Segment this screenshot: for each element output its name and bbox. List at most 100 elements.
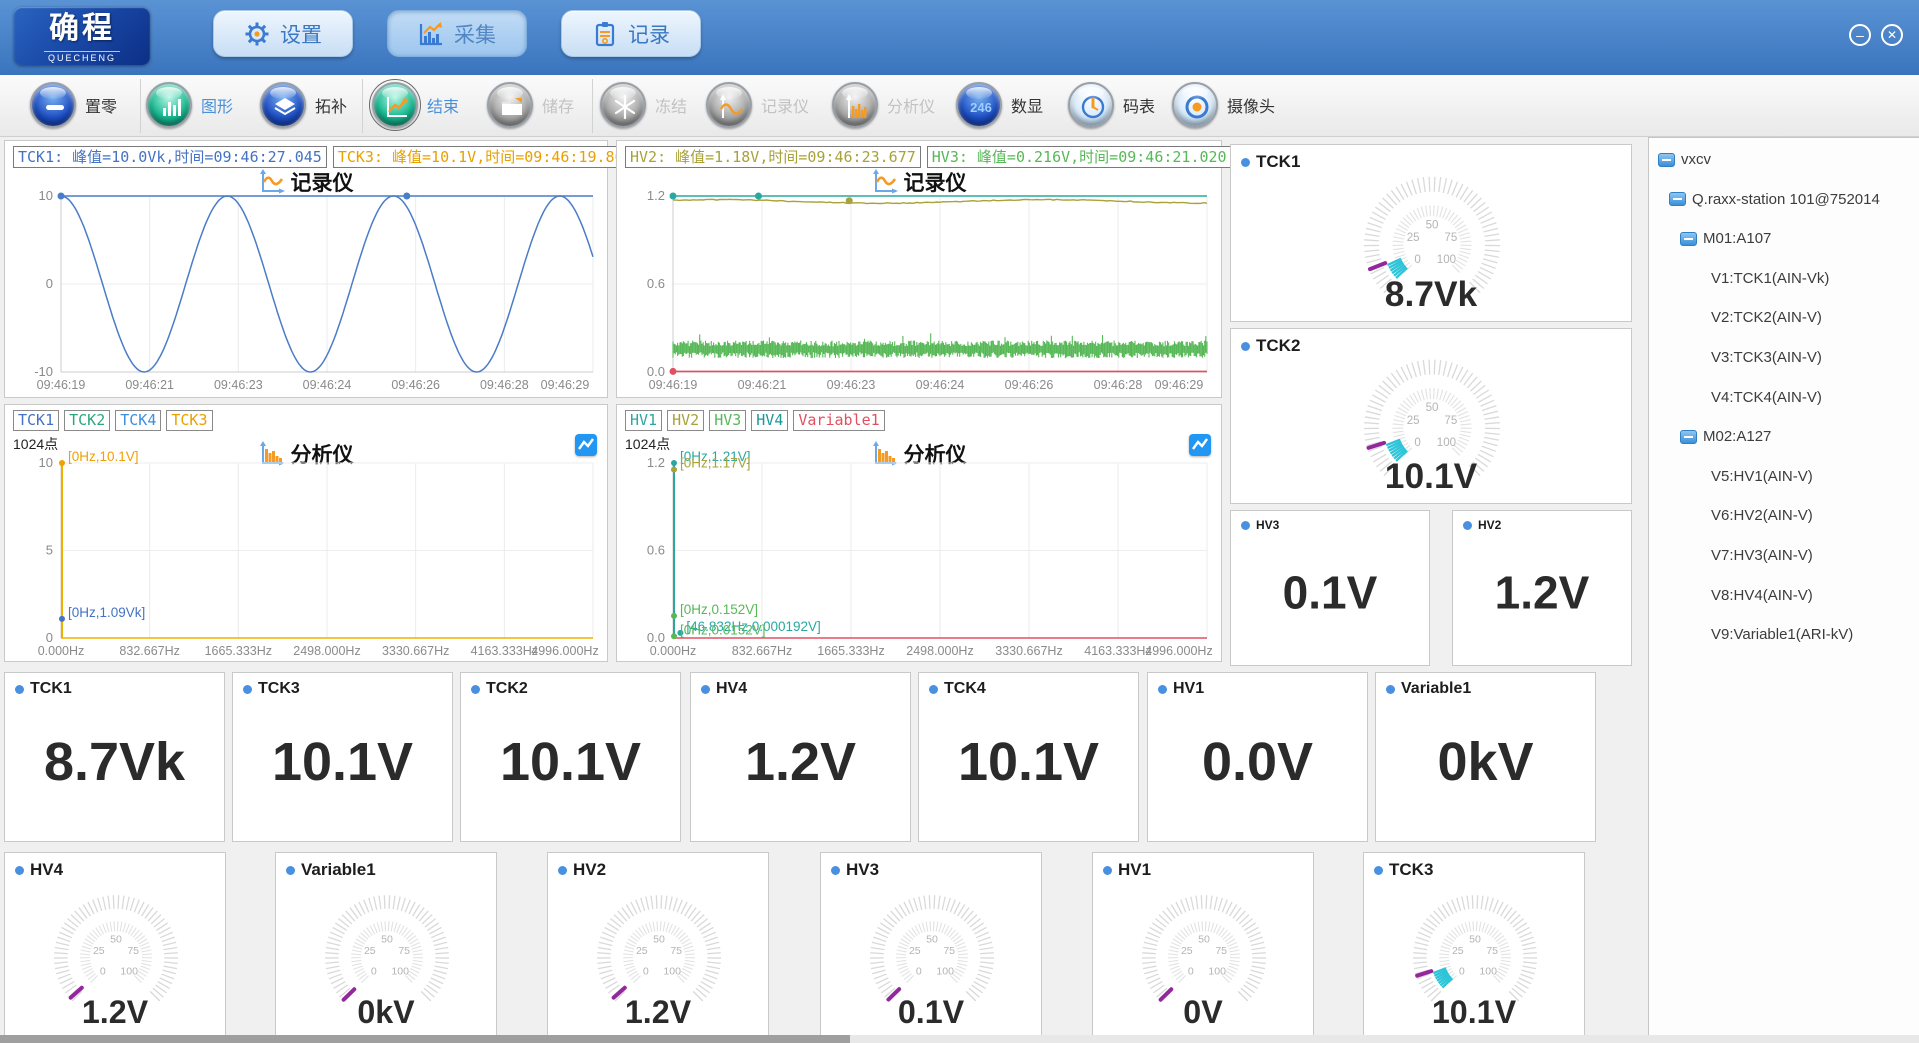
toolbar-item-图形[interactable]: 图形: [146, 82, 233, 128]
tree-item-V3-TCK3[interactable]: V3:TCK3(AIN-V): [1711, 349, 1822, 366]
tree-item-vxcv[interactable]: vxcv: [1658, 151, 1711, 168]
tree-item-label: V7:HV3(AIN-V): [1711, 547, 1813, 564]
channel-dot-icon: [15, 685, 24, 694]
gauge-value: 0kV: [276, 994, 496, 1031]
title-bar: 确程 QUECHENG 设置采集记录 – ✕: [0, 0, 1919, 75]
tree-item-V1-TCK1[interactable]: V1:TCK1(AIN-Vk): [1711, 270, 1829, 287]
gauge-value: 0.1V: [821, 994, 1041, 1031]
toolbar-separator: [140, 79, 141, 133]
svg-text:0.6: 0.6: [647, 276, 665, 291]
toolbar-item-拓补[interactable]: 拓补: [260, 82, 347, 128]
toolbar-item-label: 冻结: [655, 93, 687, 117]
zero-icon: [42, 94, 68, 120]
tree-item-V8-HV4[interactable]: V8:HV4(AIN-V): [1711, 587, 1813, 604]
tree-item-M01-A107[interactable]: M01:A107: [1680, 230, 1771, 247]
tree-collapse-icon[interactable]: [1658, 153, 1675, 167]
tree-item-V7-HV3[interactable]: V7:HV3(AIN-V): [1711, 547, 1813, 564]
dial-icon: [1080, 94, 1106, 120]
toolbar-item-储存[interactable]: 储存: [487, 82, 574, 128]
app-window: 确程 QUECHENG 设置采集记录 – ✕ 置零图形拓补结束储存冻结记录仪分析…: [0, 0, 1919, 1043]
toolbar-item-分析仪[interactable]: 分析仪: [832, 82, 935, 128]
toolbar-item-结束[interactable]: 结束: [372, 82, 459, 128]
scrollbar-thumb[interactable]: [0, 1035, 850, 1043]
svg-text:100: 100: [1208, 965, 1226, 977]
channel-name-text: TCK4: [944, 680, 986, 698]
close-button[interactable]: ✕: [1881, 24, 1903, 46]
svg-text:0: 0: [643, 965, 649, 977]
svg-text:3330.667Hz: 3330.667Hz: [995, 644, 1062, 658]
nav-button-collect[interactable]: 采集: [387, 10, 527, 57]
tree-item-V5-HV1[interactable]: V5:HV1(AIN-V): [1711, 468, 1813, 485]
channel-name-text: TCK1: [30, 680, 72, 698]
gauge-panel-bottom-HV1: HV102550751000V: [1092, 852, 1314, 1038]
svg-text:09:46:24: 09:46:24: [916, 378, 965, 392]
tree-item-M02-A127[interactable]: M02:A127: [1680, 428, 1771, 445]
toolbar-item-label: 储存: [542, 93, 574, 117]
toolbar-item-数显[interactable]: 246 数显: [956, 82, 1043, 128]
gauge-panel-bottom-HV4: HV402550751001.2V: [4, 852, 226, 1038]
nav-button-label: 采集: [454, 19, 496, 49]
svg-text:75: 75: [1215, 945, 1227, 957]
tree-item-V4-TCK4[interactable]: V4:TCK4(AIN-V): [1711, 389, 1822, 406]
channel-name: TCK1: [15, 680, 72, 698]
svg-text:75: 75: [398, 945, 410, 957]
gauge-value: 10.1V: [1231, 457, 1631, 497]
toolbar-item-label: 数显: [1011, 93, 1043, 117]
svg-text:75: 75: [1444, 232, 1457, 244]
svg-text:25: 25: [1407, 232, 1420, 244]
channel-dot-icon: [1158, 685, 1167, 694]
toolbar-item-置零[interactable]: 置零: [30, 82, 117, 128]
svg-text:09:46:23: 09:46:23: [827, 378, 876, 392]
digital-value: 1.2V: [691, 731, 910, 793]
svg-text:10: 10: [39, 188, 53, 203]
toolbar-item-摄像头[interactable]: 摄像头: [1172, 82, 1275, 128]
svg-text:09:46:21: 09:46:21: [125, 378, 174, 392]
tree-collapse-icon[interactable]: [1680, 430, 1697, 444]
svg-text:50: 50: [110, 934, 122, 946]
gauge-panel-bottom-TCK3: TCK3025507510010.1V: [1363, 852, 1585, 1038]
svg-text:0: 0: [1414, 437, 1420, 449]
toolbar-item-label: 结束: [427, 93, 459, 117]
toolbar: 置零 图形 拓补 结束 储存 冻结记录仪分析仪 246 数显 码表摄像头: [0, 75, 1919, 137]
tree-item-V6-HV2[interactable]: V6:HV2(AIN-V): [1711, 507, 1813, 524]
tree-item-V9-Variable1[interactable]: V9:Variable1(ARI-kV): [1711, 626, 1853, 643]
svg-text:75: 75: [1486, 945, 1498, 957]
gauge-value: 1.2V: [548, 994, 768, 1031]
nav-button-settings[interactable]: 设置: [213, 10, 353, 57]
digital-value: 1.2V: [1453, 565, 1631, 619]
svg-text:100: 100: [1437, 437, 1456, 449]
svg-text:09:46:23: 09:46:23: [214, 378, 263, 392]
save-icon: [487, 82, 533, 128]
recorder-icon: [718, 94, 744, 120]
digital-value: 10.1V: [461, 731, 680, 793]
tree-collapse-icon[interactable]: [1680, 232, 1697, 246]
gauge-panel-bottom-HV3: HV302550751000.1V: [820, 852, 1042, 1038]
digits-icon: 246: [968, 94, 994, 120]
digital-value: 10.1V: [233, 731, 452, 793]
svg-text:3330.667Hz: 3330.667Hz: [382, 644, 449, 658]
minimize-button[interactable]: –: [1849, 24, 1871, 46]
svg-text:09:46:28: 09:46:28: [1094, 378, 1143, 392]
svg-text:[0Hz,0.0152V]: [0Hz,0.0152V]: [680, 622, 766, 637]
recorder-2-panel: HV2: 峰值=1.18V,时间=09:46:23.677HV3: 峰值=0.2…: [616, 140, 1222, 398]
clipboard-icon: [592, 21, 618, 47]
channel-dot-icon: [243, 685, 252, 694]
tree-item-V2-TCK2[interactable]: V2:TCK2(AIN-V): [1711, 309, 1822, 326]
recorder-icon: [706, 82, 752, 128]
svg-text:4996.000Hz: 4996.000Hz: [1145, 644, 1212, 658]
toolbar-item-label: 置零: [85, 93, 117, 117]
channel-name: HV1: [1158, 680, 1204, 698]
toolbar-item-冻结[interactable]: 冻结: [600, 82, 687, 128]
nav-button-record[interactable]: 记录: [561, 10, 701, 57]
digital-value: 8.7Vk: [5, 731, 224, 793]
logo-text: 确程: [14, 10, 150, 48]
toolbar-item-label: 拓补: [315, 93, 347, 117]
svg-text:75: 75: [943, 945, 955, 957]
toolbar-item-记录仪[interactable]: 记录仪: [706, 82, 809, 128]
svg-text:100: 100: [120, 965, 138, 977]
tree-item-Q-raxx-station-101-752014[interactable]: Q.raxx-station 101@752014: [1669, 191, 1880, 208]
analyzer-2-plot: 0.000Hz832.667Hz1665.333Hz2498.000Hz3330…: [617, 405, 1223, 663]
channel-name: HV2: [1463, 518, 1501, 532]
tree-collapse-icon[interactable]: [1669, 192, 1686, 206]
toolbar-item-码表[interactable]: 码表: [1068, 82, 1155, 128]
